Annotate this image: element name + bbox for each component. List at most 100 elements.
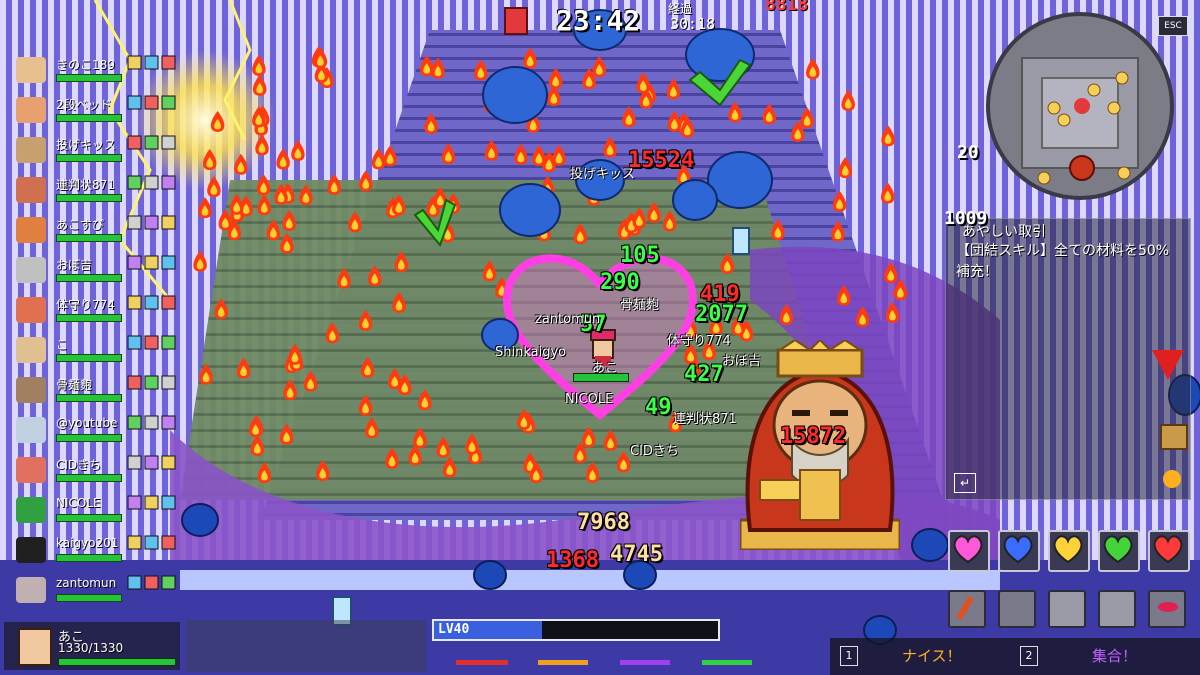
party-member-name: あこすぴ	[56, 218, 104, 232]
game-timer: 23:42	[556, 4, 641, 37]
damage-number: 15872	[780, 424, 847, 449]
party-item-icon	[144, 455, 159, 470]
party-item-icon	[161, 55, 176, 70]
party-member: CIDきち	[8, 455, 122, 483]
floating-name: おぼ吉	[722, 354, 762, 369]
player-avatar	[18, 628, 52, 666]
party-item-icon	[127, 55, 142, 70]
nice-button[interactable]: ナイス！	[902, 645, 962, 666]
party-avatar	[16, 497, 46, 523]
party-item-icon	[161, 95, 176, 110]
cooldown-bar	[620, 660, 670, 665]
notice-confirm-icon[interactable]: ↵	[954, 473, 976, 493]
cooldown-bar	[702, 660, 752, 665]
hotkey-1: 1	[840, 646, 858, 666]
weapon-slot[interactable]	[998, 590, 1036, 628]
game-screen: 15524 105 290 57 419 2077 427 49 15872 7…	[0, 0, 1200, 675]
party-item-icon	[161, 535, 176, 550]
player-panel: あこ 1330/1330	[4, 622, 180, 670]
party-member-name: NICOLE	[56, 496, 101, 510]
party-item-icon	[127, 375, 142, 390]
party-avatar	[16, 217, 46, 243]
minimap-counter: 20	[957, 142, 979, 163]
party-member-name: @youtube	[56, 416, 118, 430]
floating-name: 体守り774	[667, 334, 731, 349]
party-item-icon	[161, 295, 176, 310]
party-item-icon	[127, 335, 142, 350]
party-item-icon	[161, 175, 176, 190]
party-avatar	[16, 337, 46, 363]
weapon-cooldown-bars	[432, 648, 752, 668]
party-list: きのこ189 2段ベッド 投げキッス 連判状871 あこすぴ おぼ吉 体守り774 こ骨麺麭 @…	[0, 50, 125, 610]
party-member-name: 投げキッス	[56, 138, 117, 152]
party-member: 投げキッス	[8, 135, 122, 163]
level-bar: LV40	[432, 619, 720, 641]
party-member-name: 2段ベッド	[56, 98, 112, 112]
party-member-name: 体守り774	[56, 298, 115, 312]
damage-number: 4745	[610, 542, 663, 567]
party-avatar	[16, 177, 46, 203]
party-item-icon	[127, 575, 142, 590]
party-avatar	[16, 257, 46, 283]
damage-number: 1368	[546, 548, 599, 573]
lips-icon	[1158, 602, 1178, 612]
party-member: NICOLE	[8, 495, 122, 523]
floating-name: CIDきち	[630, 444, 679, 459]
supply-box-icon	[1160, 424, 1188, 450]
party-hp-bar	[56, 154, 122, 162]
party-member: 骨麺麭	[8, 375, 122, 403]
party-avatar	[16, 577, 46, 603]
party-member: おぼ吉	[8, 255, 122, 283]
party-item-icon	[127, 415, 142, 430]
party-item-icon	[144, 95, 159, 110]
party-hp-bar	[56, 354, 122, 362]
party-item-icon	[161, 415, 176, 430]
notice-counter: 1009	[944, 208, 988, 229]
floating-name: 投げキッス	[570, 167, 636, 182]
party-item-grid	[127, 55, 176, 590]
damage-number: 15524	[628, 148, 695, 173]
party-item-icon	[144, 535, 159, 550]
party-hp-bar	[56, 234, 122, 242]
weapon-slot[interactable]	[1048, 590, 1086, 628]
party-item-icon	[161, 495, 176, 510]
party-hp-bar	[56, 594, 122, 602]
player-hp-gauge	[58, 658, 176, 666]
moon-icon	[1163, 470, 1181, 488]
weapon-slot[interactable]	[1098, 590, 1136, 628]
damage-number: 7968	[577, 510, 630, 535]
skill-heart-icons	[953, 535, 1183, 564]
party-item-icon	[144, 375, 159, 390]
party-item-icon	[161, 215, 176, 230]
party-item-icon	[127, 215, 142, 230]
party-item-icon	[144, 255, 159, 270]
party-avatar	[16, 97, 46, 123]
party-member-name: 連判状871	[56, 178, 115, 192]
party-item-icon	[144, 495, 159, 510]
party-item-icon	[161, 335, 176, 350]
party-item-icon	[144, 415, 159, 430]
party-item-icon	[144, 215, 159, 230]
heal-number: 2077	[695, 302, 748, 327]
party-item-icon	[127, 295, 142, 310]
cooldown-bar	[538, 660, 588, 665]
heal-number: 427	[684, 362, 724, 387]
party-hp-bar	[56, 434, 122, 442]
party-member-name: きのこ189	[56, 58, 115, 72]
party-item-icon	[161, 455, 176, 470]
gather-button[interactable]: 集合！	[1092, 645, 1137, 666]
party-avatar	[16, 57, 46, 83]
cooldown-bar	[456, 660, 508, 665]
party-item-icon	[127, 495, 142, 510]
party-item-icon	[144, 575, 159, 590]
party-hp-bar	[56, 194, 122, 202]
party-hp-bar	[56, 514, 122, 522]
party-item-icon	[161, 575, 176, 590]
level-label: LV40	[438, 622, 470, 637]
alert-arrow-icon	[1152, 350, 1184, 380]
floating-name: 連判状871	[673, 412, 737, 427]
party-avatar	[16, 417, 46, 443]
party-item-icon	[127, 135, 142, 150]
party-item-icon	[127, 95, 142, 110]
party-hp-bar	[56, 114, 122, 122]
